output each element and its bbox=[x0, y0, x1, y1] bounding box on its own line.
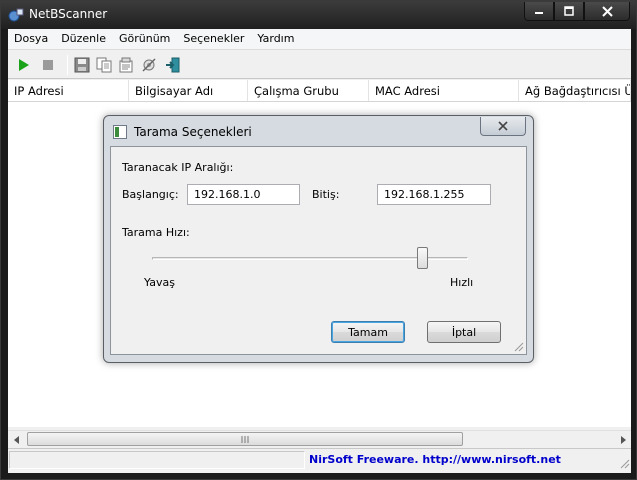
start-ip-input[interactable]: 192.168.1.0 bbox=[187, 184, 300, 205]
list-header: IP Adresi Bilgisayar Adı Çalışma Grubu M… bbox=[8, 80, 631, 102]
column-ip-address[interactable]: IP Adresi bbox=[8, 80, 129, 101]
menu-duzenle[interactable]: Düzenle bbox=[55, 29, 113, 49]
toolbar-separator bbox=[67, 55, 68, 75]
dialog-close-button[interactable] bbox=[480, 117, 526, 136]
minimize-icon bbox=[535, 12, 543, 14]
nirsoft-link[interactable]: NirSoft Freeware. http://www.nirsoft.net bbox=[309, 451, 561, 469]
end-ip-input[interactable]: 192.168.1.255 bbox=[377, 184, 491, 205]
column-mac-address[interactable]: MAC Adresi bbox=[369, 80, 519, 101]
scan-speed-label: Tarama Hızı: bbox=[122, 226, 190, 239]
title-bar[interactable]: NetBScanner bbox=[1, 1, 636, 29]
close-icon bbox=[601, 5, 613, 17]
toolbar bbox=[8, 51, 631, 79]
resize-grip-icon[interactable] bbox=[617, 456, 631, 470]
exit-icon bbox=[166, 57, 180, 73]
exit-button[interactable] bbox=[163, 55, 183, 75]
end-ip-label: Bitiş: bbox=[312, 188, 340, 201]
window-title: NetBScanner bbox=[29, 7, 108, 21]
arrow-left-icon bbox=[13, 435, 19, 444]
menu-secenekler[interactable]: Seçenekler bbox=[177, 29, 251, 49]
status-cell-left bbox=[9, 451, 305, 469]
scroll-right-button[interactable] bbox=[614, 431, 631, 448]
maximize-button[interactable] bbox=[554, 2, 584, 21]
ok-button[interactable]: Tamam bbox=[331, 321, 405, 343]
column-workgroup[interactable]: Çalışma Grubu bbox=[248, 80, 369, 101]
menu-yardim[interactable]: Yardım bbox=[251, 29, 301, 49]
stop-button[interactable] bbox=[38, 55, 58, 75]
copy-icon bbox=[96, 57, 112, 73]
grip-icon bbox=[241, 435, 249, 443]
menu-gorunum[interactable]: Görünüm bbox=[113, 29, 177, 49]
dialog-body: Taranacak IP Aralığı: Başlangıç: 192.168… bbox=[110, 146, 527, 355]
start-ip-label: Başlangıç: bbox=[122, 188, 179, 201]
fast-label: Hızlı bbox=[450, 276, 474, 289]
maximize-icon bbox=[564, 6, 574, 16]
close-icon bbox=[498, 121, 508, 131]
properties-button[interactable] bbox=[116, 55, 136, 75]
status-bar: NirSoft Freeware. http://www.nirsoft.net bbox=[8, 448, 631, 470]
dialog-app-icon bbox=[113, 125, 127, 139]
cancel-button[interactable]: İptal bbox=[427, 321, 501, 343]
dialog-title: Tarama Seçenekleri bbox=[134, 125, 252, 139]
scan-options-dialog: Tarama Seçenekleri Taranacak IP Aralığı:… bbox=[103, 115, 534, 363]
horizontal-scrollbar[interactable] bbox=[8, 430, 631, 447]
scan-speed-slider[interactable] bbox=[417, 247, 429, 269]
close-button[interactable] bbox=[584, 2, 630, 21]
save-button[interactable] bbox=[72, 55, 92, 75]
scroll-left-button[interactable] bbox=[8, 431, 25, 448]
menu-bar: Dosya Düzenle Görünüm Seçenekler Yardım bbox=[8, 29, 631, 50]
column-adapter-manufacturer[interactable]: Ağ Bağdaştırıcısı Üre bbox=[519, 80, 631, 101]
options-button[interactable] bbox=[139, 55, 159, 75]
stop-icon bbox=[43, 60, 53, 70]
menu-dosya[interactable]: Dosya bbox=[8, 29, 55, 49]
ip-range-label: Taranacak IP Aralığı: bbox=[122, 161, 234, 174]
app-icon bbox=[8, 8, 24, 22]
properties-icon bbox=[119, 57, 133, 73]
scroll-thumb[interactable] bbox=[27, 432, 463, 446]
start-icon bbox=[19, 59, 29, 71]
minimize-button[interactable] bbox=[524, 2, 554, 21]
save-icon bbox=[74, 57, 90, 73]
copy-button[interactable] bbox=[94, 55, 114, 75]
slow-label: Yavaş bbox=[144, 276, 175, 289]
options-icon bbox=[142, 58, 156, 72]
start-button[interactable] bbox=[14, 55, 34, 75]
arrow-right-icon bbox=[620, 435, 626, 444]
dialog-resize-grip-icon[interactable] bbox=[512, 340, 524, 352]
column-computer-name[interactable]: Bilgisayar Adı bbox=[129, 80, 248, 101]
